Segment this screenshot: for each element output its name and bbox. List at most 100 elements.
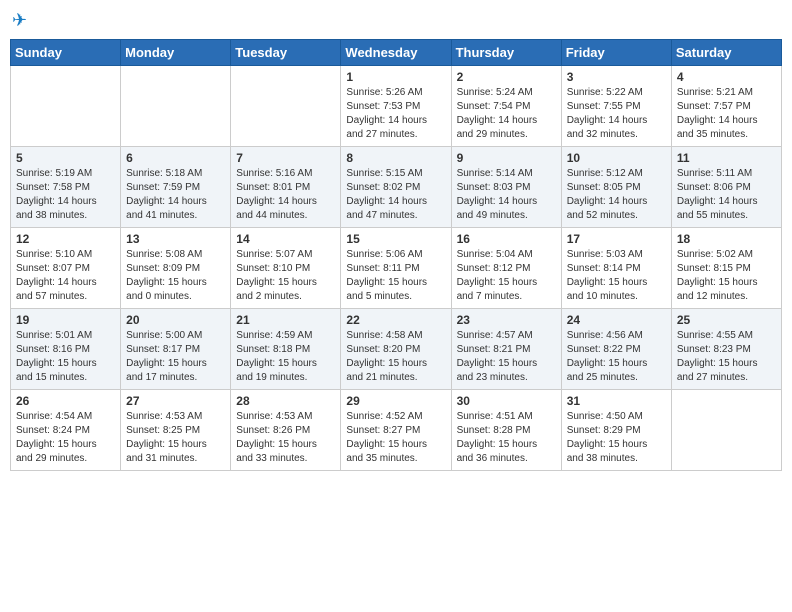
daylight-text: Daylight: 15 hours and 10 minutes. bbox=[567, 277, 648, 302]
day-info: Sunrise: 5:14 AM Sunset: 8:03 PM Dayligh… bbox=[457, 167, 556, 223]
day-number: 9 bbox=[457, 151, 556, 165]
day-info: Sunrise: 5:02 AM Sunset: 8:15 PM Dayligh… bbox=[677, 248, 776, 304]
sunrise-text: Sunrise: 4:56 AM bbox=[567, 330, 643, 341]
daylight-text: Daylight: 15 hours and 19 minutes. bbox=[236, 358, 317, 383]
daylight-text: Daylight: 14 hours and 49 minutes. bbox=[457, 196, 538, 221]
sunrise-text: Sunrise: 5:15 AM bbox=[346, 168, 422, 179]
day-number: 7 bbox=[236, 151, 335, 165]
page-header: ✈ bbox=[10, 10, 782, 31]
calendar-cell: 23 Sunrise: 4:57 AM Sunset: 8:21 PM Dayl… bbox=[451, 309, 561, 390]
daylight-text: Daylight: 15 hours and 33 minutes. bbox=[236, 439, 317, 464]
sunset-text: Sunset: 8:22 PM bbox=[567, 344, 641, 355]
sunset-text: Sunset: 8:24 PM bbox=[16, 425, 90, 436]
sunset-text: Sunset: 8:02 PM bbox=[346, 182, 420, 193]
day-number: 17 bbox=[567, 232, 666, 246]
daylight-text: Daylight: 14 hours and 57 minutes. bbox=[16, 277, 97, 302]
day-number: 8 bbox=[346, 151, 445, 165]
day-info: Sunrise: 5:16 AM Sunset: 8:01 PM Dayligh… bbox=[236, 167, 335, 223]
sunrise-text: Sunrise: 5:11 AM bbox=[677, 168, 752, 179]
sunset-text: Sunset: 8:23 PM bbox=[677, 344, 751, 355]
calendar-cell: 15 Sunrise: 5:06 AM Sunset: 8:11 PM Dayl… bbox=[341, 228, 451, 309]
sunrise-text: Sunrise: 4:55 AM bbox=[677, 330, 753, 341]
sunset-text: Sunset: 7:53 PM bbox=[346, 101, 420, 112]
day-number: 14 bbox=[236, 232, 335, 246]
calendar-cell bbox=[121, 66, 231, 147]
day-number: 13 bbox=[126, 232, 225, 246]
sunset-text: Sunset: 8:10 PM bbox=[236, 263, 310, 274]
day-number: 10 bbox=[567, 151, 666, 165]
calendar-week-4: 19 Sunrise: 5:01 AM Sunset: 8:16 PM Dayl… bbox=[11, 309, 782, 390]
logo: ✈ bbox=[10, 10, 27, 31]
calendar-cell: 31 Sunrise: 4:50 AM Sunset: 8:29 PM Dayl… bbox=[561, 390, 671, 471]
sunrise-text: Sunrise: 4:58 AM bbox=[346, 330, 422, 341]
daylight-text: Daylight: 14 hours and 47 minutes. bbox=[346, 196, 427, 221]
sunrise-text: Sunrise: 5:26 AM bbox=[346, 87, 422, 98]
day-header-sunday: Sunday bbox=[11, 40, 121, 66]
calendar-cell: 7 Sunrise: 5:16 AM Sunset: 8:01 PM Dayli… bbox=[231, 147, 341, 228]
day-info: Sunrise: 5:04 AM Sunset: 8:12 PM Dayligh… bbox=[457, 248, 556, 304]
daylight-text: Daylight: 15 hours and 12 minutes. bbox=[677, 277, 758, 302]
calendar-week-5: 26 Sunrise: 4:54 AM Sunset: 8:24 PM Dayl… bbox=[11, 390, 782, 471]
sunrise-text: Sunrise: 4:51 AM bbox=[457, 411, 533, 422]
sunrise-text: Sunrise: 5:03 AM bbox=[567, 249, 643, 260]
day-number: 12 bbox=[16, 232, 115, 246]
day-info: Sunrise: 5:01 AM Sunset: 8:16 PM Dayligh… bbox=[16, 329, 115, 385]
calendar-cell: 27 Sunrise: 4:53 AM Sunset: 8:25 PM Dayl… bbox=[121, 390, 231, 471]
sunset-text: Sunset: 8:15 PM bbox=[677, 263, 751, 274]
sunset-text: Sunset: 8:25 PM bbox=[126, 425, 200, 436]
sunrise-text: Sunrise: 5:14 AM bbox=[457, 168, 533, 179]
sunset-text: Sunset: 8:01 PM bbox=[236, 182, 310, 193]
day-info: Sunrise: 5:08 AM Sunset: 8:09 PM Dayligh… bbox=[126, 248, 225, 304]
sunrise-text: Sunrise: 4:53 AM bbox=[126, 411, 202, 422]
calendar-cell bbox=[671, 390, 781, 471]
day-info: Sunrise: 4:53 AM Sunset: 8:26 PM Dayligh… bbox=[236, 410, 335, 466]
calendar-cell bbox=[231, 66, 341, 147]
day-number: 23 bbox=[457, 313, 556, 327]
sunset-text: Sunset: 7:55 PM bbox=[567, 101, 641, 112]
daylight-text: Daylight: 15 hours and 31 minutes. bbox=[126, 439, 207, 464]
day-number: 6 bbox=[126, 151, 225, 165]
calendar-cell: 11 Sunrise: 5:11 AM Sunset: 8:06 PM Dayl… bbox=[671, 147, 781, 228]
daylight-text: Daylight: 15 hours and 29 minutes. bbox=[16, 439, 97, 464]
sunrise-text: Sunrise: 5:08 AM bbox=[126, 249, 202, 260]
day-info: Sunrise: 5:10 AM Sunset: 8:07 PM Dayligh… bbox=[16, 248, 115, 304]
calendar-week-3: 12 Sunrise: 5:10 AM Sunset: 8:07 PM Dayl… bbox=[11, 228, 782, 309]
sunrise-text: Sunrise: 5:16 AM bbox=[236, 168, 312, 179]
daylight-text: Daylight: 15 hours and 0 minutes. bbox=[126, 277, 207, 302]
sunrise-text: Sunrise: 5:24 AM bbox=[457, 87, 533, 98]
sunset-text: Sunset: 8:09 PM bbox=[126, 263, 200, 274]
daylight-text: Daylight: 14 hours and 44 minutes. bbox=[236, 196, 317, 221]
sunset-text: Sunset: 8:21 PM bbox=[457, 344, 531, 355]
sunset-text: Sunset: 7:57 PM bbox=[677, 101, 751, 112]
calendar-cell: 28 Sunrise: 4:53 AM Sunset: 8:26 PM Dayl… bbox=[231, 390, 341, 471]
day-info: Sunrise: 5:11 AM Sunset: 8:06 PM Dayligh… bbox=[677, 167, 776, 223]
calendar-header-row: SundayMondayTuesdayWednesdayThursdayFrid… bbox=[11, 40, 782, 66]
sunrise-text: Sunrise: 5:00 AM bbox=[126, 330, 202, 341]
day-info: Sunrise: 4:50 AM Sunset: 8:29 PM Dayligh… bbox=[567, 410, 666, 466]
calendar-cell: 22 Sunrise: 4:58 AM Sunset: 8:20 PM Dayl… bbox=[341, 309, 451, 390]
daylight-text: Daylight: 15 hours and 35 minutes. bbox=[346, 439, 427, 464]
daylight-text: Daylight: 15 hours and 17 minutes. bbox=[126, 358, 207, 383]
day-info: Sunrise: 4:59 AM Sunset: 8:18 PM Dayligh… bbox=[236, 329, 335, 385]
day-header-thursday: Thursday bbox=[451, 40, 561, 66]
sunrise-text: Sunrise: 5:04 AM bbox=[457, 249, 533, 260]
daylight-text: Daylight: 15 hours and 2 minutes. bbox=[236, 277, 317, 302]
sunrise-text: Sunrise: 4:57 AM bbox=[457, 330, 533, 341]
day-info: Sunrise: 5:12 AM Sunset: 8:05 PM Dayligh… bbox=[567, 167, 666, 223]
calendar-cell: 25 Sunrise: 4:55 AM Sunset: 8:23 PM Dayl… bbox=[671, 309, 781, 390]
calendar-cell: 30 Sunrise: 4:51 AM Sunset: 8:28 PM Dayl… bbox=[451, 390, 561, 471]
day-number: 18 bbox=[677, 232, 776, 246]
calendar-cell: 14 Sunrise: 5:07 AM Sunset: 8:10 PM Dayl… bbox=[231, 228, 341, 309]
sunset-text: Sunset: 8:27 PM bbox=[346, 425, 420, 436]
sunrise-text: Sunrise: 5:21 AM bbox=[677, 87, 753, 98]
daylight-text: Daylight: 15 hours and 23 minutes. bbox=[457, 358, 538, 383]
sunrise-text: Sunrise: 5:12 AM bbox=[567, 168, 643, 179]
sunrise-text: Sunrise: 4:53 AM bbox=[236, 411, 312, 422]
day-number: 22 bbox=[346, 313, 445, 327]
day-info: Sunrise: 5:00 AM Sunset: 8:17 PM Dayligh… bbox=[126, 329, 225, 385]
day-number: 27 bbox=[126, 394, 225, 408]
sunset-text: Sunset: 7:59 PM bbox=[126, 182, 200, 193]
day-info: Sunrise: 5:21 AM Sunset: 7:57 PM Dayligh… bbox=[677, 86, 776, 142]
calendar-table: SundayMondayTuesdayWednesdayThursdayFrid… bbox=[10, 39, 782, 471]
day-info: Sunrise: 4:53 AM Sunset: 8:25 PM Dayligh… bbox=[126, 410, 225, 466]
